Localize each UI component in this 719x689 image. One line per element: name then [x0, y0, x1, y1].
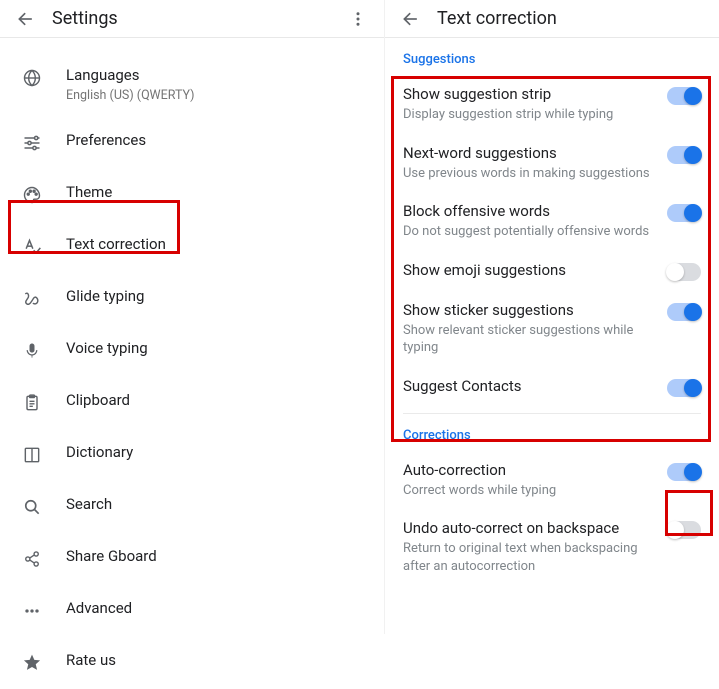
- toggle-block-offensive[interactable]: [667, 204, 701, 222]
- arrow-back-icon: [16, 9, 36, 29]
- row-auto-correction[interactable]: Auto-correction Correct words while typi…: [385, 451, 719, 510]
- globe-icon: [20, 66, 44, 90]
- toggle-sticker[interactable]: [667, 303, 701, 321]
- gesture-icon: [20, 287, 44, 311]
- menu-item-glide-typing[interactable]: Glide typing: [0, 273, 384, 325]
- menu-item-voice-typing[interactable]: Voice typing: [0, 325, 384, 377]
- menu-label: Languages: [66, 66, 195, 84]
- overflow-menu-button[interactable]: [340, 1, 376, 37]
- setting-primary: Show emoji suggestions: [403, 261, 657, 279]
- menu-sublabel: English (US) (QWERTY): [66, 88, 195, 103]
- setting-secondary: Correct words while typing: [403, 482, 657, 500]
- star-icon: [20, 651, 44, 675]
- setting-primary: Show suggestion strip: [403, 85, 657, 103]
- mic-icon: [20, 339, 44, 363]
- spellcheck-icon: [20, 235, 44, 259]
- menu-label: Theme: [66, 183, 112, 201]
- toggle-auto-correction[interactable]: [667, 463, 701, 481]
- setting-primary: Block offensive words: [403, 202, 657, 220]
- setting-primary: Undo auto-correct on backspace: [403, 519, 657, 537]
- row-block-offensive[interactable]: Block offensive words Do not suggest pot…: [385, 192, 719, 251]
- menu-item-rate-us[interactable]: Rate us: [0, 637, 384, 689]
- setting-primary: Auto-correction: [403, 461, 657, 479]
- more-icon: [20, 599, 44, 623]
- settings-menu-list: Languages English (US) (QWERTY) Preferen…: [0, 38, 384, 689]
- book-icon: [20, 443, 44, 467]
- menu-label: Advanced: [66, 599, 132, 617]
- row-show-suggestion-strip[interactable]: Show suggestion strip Display suggestion…: [385, 75, 719, 134]
- menu-item-clipboard[interactable]: Clipboard: [0, 377, 384, 429]
- menu-item-search[interactable]: Search: [0, 481, 384, 533]
- back-button[interactable]: [393, 1, 429, 37]
- palette-icon: [20, 183, 44, 207]
- text-correction-panel: Text correction Suggestions Show suggest…: [385, 0, 719, 634]
- row-suggest-contacts[interactable]: Suggest Contacts: [385, 367, 719, 407]
- setting-primary: Suggest Contacts: [403, 377, 657, 395]
- menu-label: Voice typing: [66, 339, 148, 357]
- setting-primary: Next-word suggestions: [403, 144, 657, 162]
- menu-label: Search: [66, 495, 112, 513]
- row-emoji-suggestions[interactable]: Show emoji suggestions: [385, 251, 719, 291]
- menu-item-advanced[interactable]: Advanced: [0, 585, 384, 637]
- text-correction-title: Text correction: [437, 8, 711, 29]
- toggle-show-suggestion-strip[interactable]: [667, 87, 701, 105]
- back-button[interactable]: [8, 1, 44, 37]
- setting-secondary: Do not suggest potentially offensive wor…: [403, 223, 657, 241]
- tune-icon: [20, 131, 44, 155]
- arrow-back-icon: [401, 9, 421, 29]
- menu-item-preferences[interactable]: Preferences: [0, 117, 384, 169]
- menu-label: Preferences: [66, 131, 146, 149]
- search-icon: [20, 495, 44, 519]
- setting-secondary: Return to original text when backspacing…: [403, 540, 657, 575]
- menu-label: Clipboard: [66, 391, 130, 409]
- setting-secondary: Use previous words in making suggestions: [403, 165, 657, 183]
- setting-secondary: Show relevant sticker suggestions while …: [403, 322, 657, 357]
- row-sticker-suggestions[interactable]: Show sticker suggestions Show relevant s…: [385, 291, 719, 367]
- toggle-undo-autocorrect[interactable]: [667, 521, 701, 539]
- menu-item-languages[interactable]: Languages English (US) (QWERTY): [0, 52, 384, 117]
- settings-title: Settings: [52, 8, 340, 29]
- menu-label: Text correction: [66, 235, 166, 253]
- menu-label: Rate us: [66, 651, 116, 669]
- share-icon: [20, 547, 44, 571]
- menu-label: Dictionary: [66, 443, 133, 461]
- text-correction-appbar: Text correction: [385, 0, 719, 38]
- settings-appbar: Settings: [0, 0, 384, 38]
- toggle-emoji[interactable]: [667, 263, 701, 281]
- menu-item-theme[interactable]: Theme: [0, 169, 384, 221]
- row-next-word-suggestions[interactable]: Next-word suggestions Use previous words…: [385, 134, 719, 193]
- menu-item-text-correction[interactable]: Text correction: [0, 221, 384, 273]
- clipboard-icon: [20, 391, 44, 415]
- setting-primary: Show sticker suggestions: [403, 301, 657, 319]
- settings-panel: Settings Languages English (US) (QWERTY)…: [0, 0, 385, 634]
- divider: [403, 413, 701, 414]
- menu-label: Share Gboard: [66, 547, 157, 565]
- row-undo-autocorrect[interactable]: Undo auto-correct on backspace Return to…: [385, 509, 719, 585]
- toggle-contacts[interactable]: [667, 379, 701, 397]
- toggle-next-word[interactable]: [667, 146, 701, 164]
- section-header-suggestions: Suggestions: [403, 52, 719, 67]
- more-vert-icon: [349, 10, 367, 28]
- menu-item-dictionary[interactable]: Dictionary: [0, 429, 384, 481]
- menu-item-share[interactable]: Share Gboard: [0, 533, 384, 585]
- setting-secondary: Display suggestion strip while typing: [403, 106, 657, 124]
- menu-label: Glide typing: [66, 287, 144, 305]
- section-header-corrections: Corrections: [403, 428, 719, 443]
